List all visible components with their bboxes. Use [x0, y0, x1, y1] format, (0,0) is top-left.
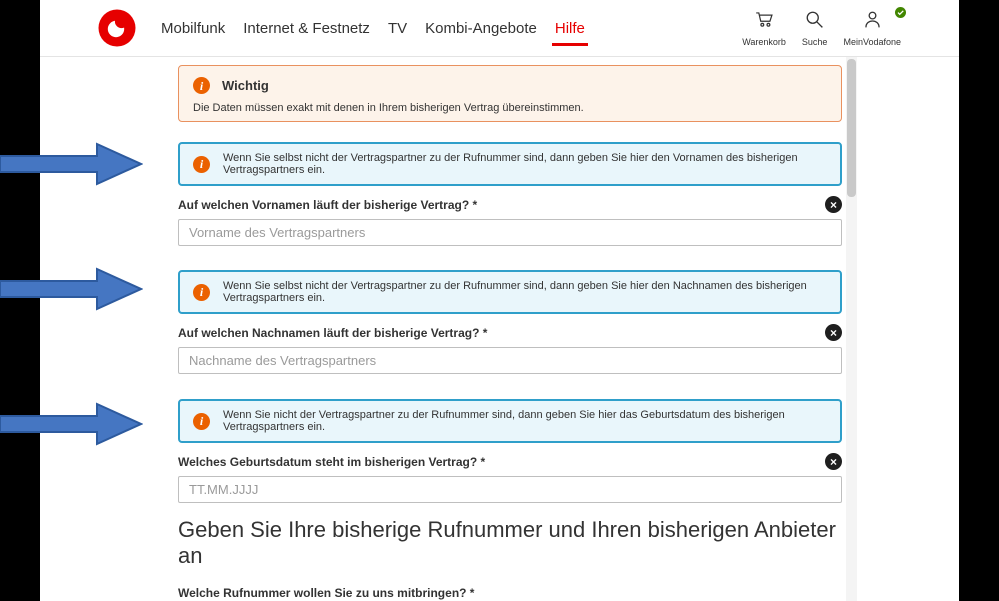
- geburtsdatum-input[interactable]: [178, 476, 842, 503]
- annotation-arrow-3: [0, 402, 143, 446]
- nav-item-mobilfunk[interactable]: Mobilfunk: [161, 20, 225, 37]
- account-label: MeinVodafone: [843, 37, 901, 47]
- nav-item-tv[interactable]: TV: [388, 20, 407, 37]
- cart-label: Warenkorb: [742, 37, 786, 47]
- label-row-nachname: Auf welchen Nachnamen läuft der bisherig…: [178, 324, 842, 341]
- field-label-geburtsdatum: Welches Geburtsdatum steht im bisherigen…: [178, 454, 486, 469]
- info-box-geburtsdatum: i Wenn Sie nicht der Vertragspartner zu …: [178, 399, 842, 443]
- important-notice-box: i Wichtig Die Daten müssen exakt mit den…: [178, 65, 842, 122]
- section-heading: Geben Sie Ihre bisherige Rufnummer und I…: [178, 517, 836, 568]
- utility-nav: Warenkorb Suche MeinVodafone: [742, 7, 906, 47]
- vorname-input[interactable]: [178, 219, 842, 246]
- close-icon[interactable]: ×: [825, 453, 842, 470]
- top-navigation-bar: Mobilfunk Internet & Festnetz TV Kombi-A…: [40, 0, 959, 57]
- label-row-geburtsdatum: Welches Geburtsdatum steht im bisherigen…: [178, 453, 842, 470]
- search-button[interactable]: Suche: [801, 9, 828, 47]
- nav-item-kombi-angebote[interactable]: Kombi-Angebote: [425, 20, 537, 37]
- account-button[interactable]: MeinVodafone: [843, 7, 906, 47]
- right-black-strip: [959, 0, 999, 601]
- important-notice-text: Die Daten müssen exakt mit denen in Ihre…: [193, 102, 584, 114]
- user-icon: [862, 9, 883, 35]
- label-row-vorname: Auf welchen Vornamen läuft der bisherige…: [178, 196, 842, 213]
- main-nav: Mobilfunk Internet & Festnetz TV Kombi-A…: [161, 20, 588, 46]
- logged-in-check-icon: [895, 5, 906, 23]
- annotation-arrow-2: [0, 267, 143, 311]
- important-notice-title: Wichtig: [222, 78, 269, 93]
- annotation-arrow-1: [0, 142, 143, 186]
- vertical-scrollbar[interactable]: [846, 57, 857, 601]
- field-label-vorname: Auf welchen Vornamen läuft der bisherige…: [178, 197, 478, 212]
- info-box-vorname: i Wenn Sie selbst nicht der Vertragspart…: [178, 142, 842, 186]
- phone-number-label: Welche Rufnummer wollen Sie zu uns mitbr…: [178, 586, 475, 600]
- field-label-nachname: Auf welchen Nachnamen läuft der bisherig…: [178, 325, 488, 340]
- nav-item-internet-festnetz[interactable]: Internet & Festnetz: [243, 20, 370, 37]
- info-box-text: Wenn Sie selbst nicht der Vertragspartne…: [223, 152, 798, 176]
- cart-icon: [754, 9, 775, 35]
- vodafone-logo-icon[interactable]: [98, 9, 136, 47]
- scrollbar-thumb[interactable]: [847, 59, 856, 197]
- info-icon: i: [193, 412, 210, 430]
- info-icon: i: [193, 283, 210, 301]
- info-box-text: Wenn Sie nicht der Vertragspartner zu de…: [223, 409, 785, 433]
- nachname-input[interactable]: [178, 347, 842, 374]
- search-icon: [804, 9, 825, 35]
- info-icon: i: [193, 77, 210, 94]
- info-box-text: Wenn Sie selbst nicht der Vertragspartne…: [223, 280, 807, 304]
- form-content: i Wichtig Die Daten müssen exakt mit den…: [178, 57, 842, 601]
- page: Mobilfunk Internet & Festnetz TV Kombi-A…: [40, 0, 959, 601]
- close-icon[interactable]: ×: [825, 196, 842, 213]
- nav-item-hilfe-active[interactable]: Hilfe: [551, 20, 588, 46]
- cart-button[interactable]: Warenkorb: [742, 9, 786, 47]
- close-icon[interactable]: ×: [825, 324, 842, 341]
- info-box-nachname: i Wenn Sie selbst nicht der Vertragspart…: [178, 270, 842, 314]
- screenshot-stage: Mobilfunk Internet & Festnetz TV Kombi-A…: [0, 0, 999, 601]
- important-notice-header: i Wichtig: [193, 77, 825, 94]
- search-label: Suche: [801, 37, 828, 47]
- info-icon: i: [193, 155, 210, 173]
